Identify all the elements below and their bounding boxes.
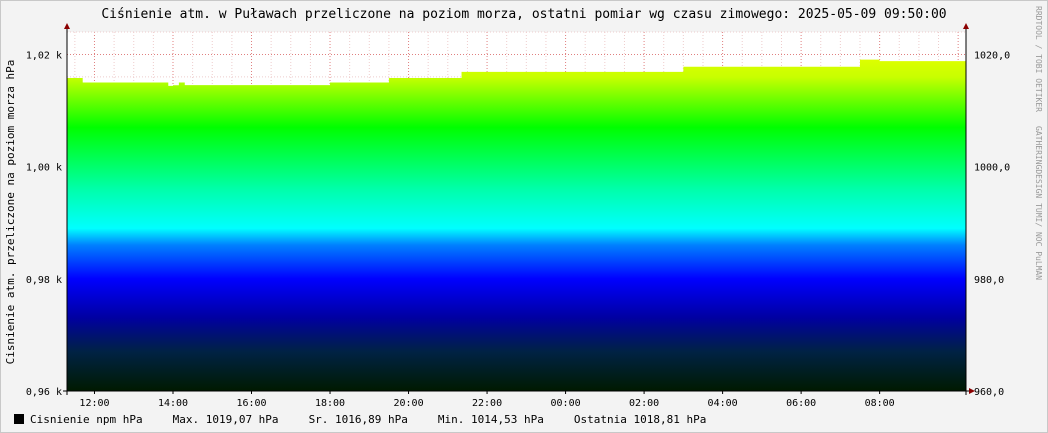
x-tick-label: 08:00 bbox=[865, 398, 895, 409]
legend: Cisnienie npm hPa Max. 1019,07 hPa Sr. 1… bbox=[14, 411, 736, 427]
x-tick-label: 02:00 bbox=[629, 398, 659, 409]
pressure-area bbox=[67, 59, 966, 391]
y-tick-label-right: 1000,0 bbox=[974, 163, 1010, 174]
x-tick-label: 12:00 bbox=[79, 398, 109, 409]
x-tick-label: 00:00 bbox=[551, 398, 581, 409]
pressure-chart: Ciśnienie atm. w Puławach przeliczone na… bbox=[4, 6, 1043, 409]
x-tick-label: 14:00 bbox=[158, 398, 188, 409]
x-tick-label: 16:00 bbox=[236, 398, 266, 409]
y-tick-label-right: 1020,0 bbox=[974, 50, 1010, 61]
y-tick-label-right: 960,0 bbox=[974, 387, 1004, 398]
y-axis-arrow-right bbox=[963, 23, 969, 29]
legend-last: Ostatnia 1018,81 hPa bbox=[573, 412, 707, 426]
x-tick-label: 04:00 bbox=[708, 398, 738, 409]
legend-min: Min. 1014,53 hPa bbox=[437, 412, 544, 426]
legend-series-label: Cisnienie npm hPa bbox=[30, 412, 143, 426]
y-tick-label-left: 1,00 k bbox=[26, 163, 62, 174]
y-tick-label-left: 1,02 k bbox=[26, 50, 62, 61]
y-axis-label: Cisnienie atm. przeliczone na poziom mor… bbox=[4, 60, 17, 365]
watermark-text-2: GATHERINGDESIGN TUMI/ NOC PuLMAN bbox=[1034, 126, 1043, 280]
x-tick-label: 22:00 bbox=[472, 398, 502, 409]
y-axis-arrow-left bbox=[64, 23, 70, 29]
x-tick-label: 06:00 bbox=[786, 398, 816, 409]
watermark-text: RRDTOOL / TOBI OETIKER bbox=[1034, 6, 1043, 112]
chart-title: Ciśnienie atm. w Puławach przeliczone na… bbox=[101, 7, 946, 22]
y-tick-label-left: 0,96 k bbox=[26, 387, 62, 398]
legend-avg: Sr. 1016,89 hPa bbox=[308, 412, 408, 426]
legend-swatch bbox=[14, 414, 24, 424]
y-tick-label-right: 980,0 bbox=[974, 275, 1004, 286]
y-tick-label-left: 0,98 k bbox=[26, 275, 62, 286]
x-tick-label: 20:00 bbox=[393, 398, 423, 409]
x-tick-label: 18:00 bbox=[315, 398, 345, 409]
legend-max: Max. 1019,07 hPa bbox=[172, 412, 279, 426]
